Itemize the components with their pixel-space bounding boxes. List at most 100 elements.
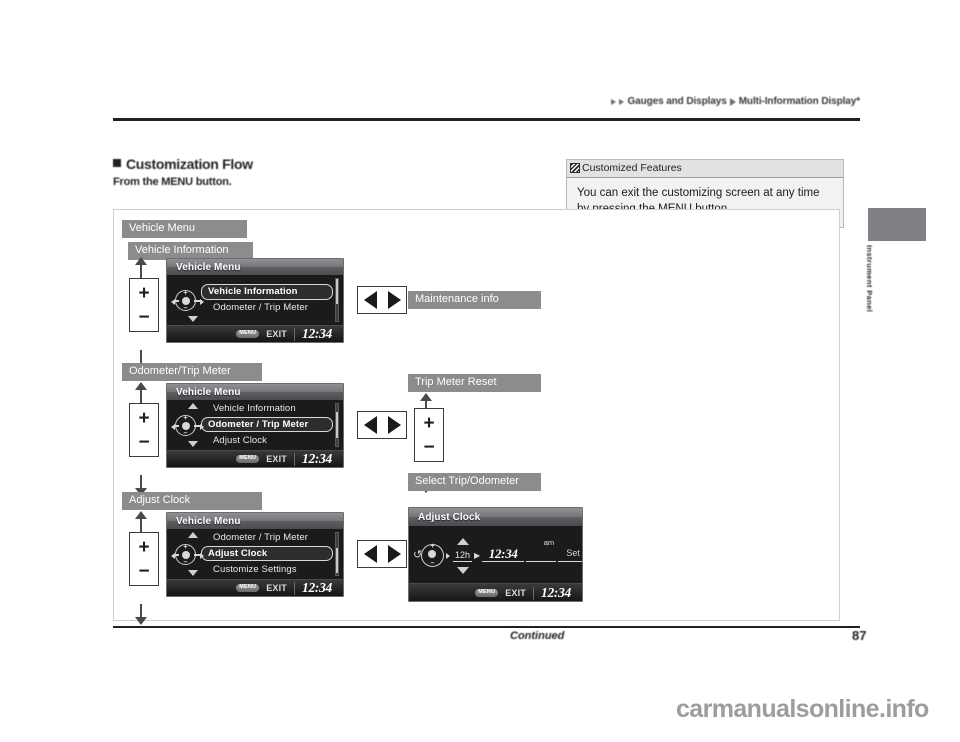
header-divider xyxy=(113,118,860,121)
lcd-scrollbar[interactable] xyxy=(335,532,339,576)
menu-button-icon[interactable]: MENU xyxy=(236,584,260,592)
watermark: carmanualsonline.info xyxy=(676,695,929,723)
up-arrow-icon xyxy=(135,257,147,265)
breadcrumb: Gauges and Displays Multi-Information Di… xyxy=(611,96,860,107)
lcd-clock: 12:34 xyxy=(302,326,332,341)
minus-label: − xyxy=(138,431,150,453)
clock-adjust-area[interactable]: + – ↺ 12h ▶ 12:34 am Set xyxy=(409,526,582,583)
ribbon-odometer-trip-meter: Odometer/Trip Meter xyxy=(122,363,262,381)
section-tab-marker xyxy=(868,208,926,241)
lcd-list[interactable]: + – Vehicle Information Odometer / Trip M… xyxy=(167,400,343,450)
lcd-title: Adjust Clock xyxy=(409,508,582,526)
caret-down-icon xyxy=(457,567,469,574)
bullet-square-icon xyxy=(113,159,121,167)
lcd-row[interactable]: Adjust Clock xyxy=(205,432,331,449)
clock-ampm-label: am xyxy=(543,538,555,547)
lcd-screen-odometer-trip-meter[interactable]: Vehicle Menu + – Vehicle Information Odom… xyxy=(166,383,344,468)
lcd-screen-adjust-clock[interactable]: Adjust Clock + – ↺ 12h ▶ 12:34 am Set ME… xyxy=(408,507,583,602)
exit-label: EXIT xyxy=(266,329,287,339)
plus-minus-control[interactable]: + − xyxy=(129,382,159,496)
lcd-list[interactable]: + – Vehicle Information Odometer / Trip M… xyxy=(167,275,343,325)
ribbon-vehicle-menu: Vehicle Menu xyxy=(122,220,247,238)
joystick-back-icon: + – ↺ xyxy=(413,540,451,570)
info-hatch-icon xyxy=(570,163,580,173)
menu-button-icon[interactable]: MENU xyxy=(236,330,260,338)
plus-minus-control[interactable]: + − xyxy=(129,257,159,371)
section-tab-label: Instrument Panel xyxy=(865,245,874,313)
minus-label: − xyxy=(138,306,150,328)
lcd-title: Vehicle Menu xyxy=(167,384,343,400)
lcd-row-selected[interactable]: Odometer / Trip Meter xyxy=(201,416,333,432)
page-title-text: Customization Flow xyxy=(126,156,253,172)
format-field-group[interactable]: 12h xyxy=(453,538,473,574)
lcd-footer: MENU EXIT 12:34 xyxy=(409,583,582,601)
callout-title-text: Customized Features xyxy=(582,162,682,174)
lcd-scrollbar[interactable] xyxy=(335,403,339,447)
lcd-row-selected[interactable]: Adjust Clock xyxy=(201,545,333,561)
caret-up-icon xyxy=(188,532,198,538)
page-title: Customization Flow xyxy=(113,156,253,172)
lcd-row[interactable]: Odometer / Trip Meter xyxy=(205,529,331,546)
right-arrow-icon: ▶ xyxy=(474,551,481,560)
plus-minus-box[interactable]: + − xyxy=(129,403,159,457)
lcd-clock: 12:34 xyxy=(302,451,332,466)
joystick-icon: + – xyxy=(171,288,204,313)
plus-label: + xyxy=(138,282,150,304)
joystick-icon: + – xyxy=(171,413,204,438)
manual-page: Gauges and Displays Multi-Information Di… xyxy=(0,0,960,742)
lcd-screen-vehicle-information[interactable]: Vehicle Menu + – Vehicle Information Odom… xyxy=(166,258,344,343)
plus-minus-box[interactable]: + − xyxy=(414,408,444,462)
left-arrow-icon[interactable] xyxy=(363,545,377,563)
caret-down-icon xyxy=(188,441,198,447)
left-right-arrow-pair[interactable] xyxy=(357,540,407,568)
ribbon-maintenance-info: Maintenance info xyxy=(408,291,541,309)
left-arrow-icon[interactable] xyxy=(363,416,377,434)
left-right-arrow-pair[interactable] xyxy=(357,286,407,314)
footer-divider xyxy=(113,626,860,628)
lcd-scrollbar[interactable] xyxy=(335,278,339,322)
right-arrow-icon[interactable] xyxy=(387,291,401,309)
plus-minus-control[interactable]: + − xyxy=(129,511,159,625)
lcd-footer: MENU EXIT 12:34 xyxy=(167,450,343,467)
breadcrumb-separator-icon xyxy=(729,97,736,106)
exit-label: EXIT xyxy=(266,583,287,593)
minus-label: − xyxy=(138,560,150,582)
plus-minus-box[interactable]: + − xyxy=(129,532,159,586)
left-right-arrow-pair[interactable] xyxy=(357,411,407,439)
exit-label: EXIT xyxy=(505,588,526,598)
lcd-screen-adjust-clock-menu[interactable]: Vehicle Menu + – Odometer / Trip Meter Ad… xyxy=(166,512,344,597)
right-arrow-icon[interactable] xyxy=(387,416,401,434)
left-arrow-icon[interactable] xyxy=(363,291,377,309)
customization-flow-diagram: Vehicle Menu Vehicle Information + − Veh… xyxy=(113,209,840,625)
lcd-list[interactable]: + – Odometer / Trip Meter Adjust Clock Cu… xyxy=(167,529,343,579)
clock-format-field[interactable]: 12h xyxy=(453,550,473,562)
breadcrumb-arrow-icon xyxy=(619,98,625,105)
right-arrow-icon[interactable] xyxy=(387,545,401,563)
up-arrow-icon xyxy=(135,382,147,390)
lcd-row-spacer xyxy=(205,275,331,284)
plus-label: + xyxy=(423,412,435,434)
caret-up-icon xyxy=(188,403,198,409)
clock-fields[interactable]: 12h ▶ 12:34 am Set xyxy=(453,538,582,574)
clock-time-field[interactable]: 12:34 xyxy=(482,547,525,562)
caret-down-icon xyxy=(188,570,198,576)
down-arrow-icon xyxy=(135,617,147,625)
page-number: 87 xyxy=(852,628,867,643)
clock-ampm-group[interactable] xyxy=(526,547,557,562)
lcd-row-selected[interactable]: Vehicle Information xyxy=(201,284,333,300)
lcd-clock: 12:34 xyxy=(302,580,332,595)
clock-set-button[interactable]: Set xyxy=(558,547,582,562)
ribbon-trip-meter-reset: Trip Meter Reset xyxy=(408,374,541,392)
plus-minus-box[interactable]: + − xyxy=(129,278,159,332)
caret-up-icon xyxy=(457,538,469,545)
lcd-clock: 12:34 xyxy=(541,585,571,600)
menu-button-icon[interactable]: MENU xyxy=(475,589,499,597)
lcd-row[interactable]: Vehicle Information xyxy=(205,400,331,417)
ribbon-adjust-clock: Adjust Clock xyxy=(122,492,262,510)
continued-label: Continued xyxy=(510,630,565,642)
lcd-row[interactable]: Customize Settings xyxy=(205,561,331,578)
lcd-title: Vehicle Menu xyxy=(167,513,343,529)
menu-button-icon[interactable]: MENU xyxy=(236,455,260,463)
footer-divider xyxy=(294,452,295,466)
lcd-row[interactable]: Odometer / Trip Meter xyxy=(205,300,331,317)
